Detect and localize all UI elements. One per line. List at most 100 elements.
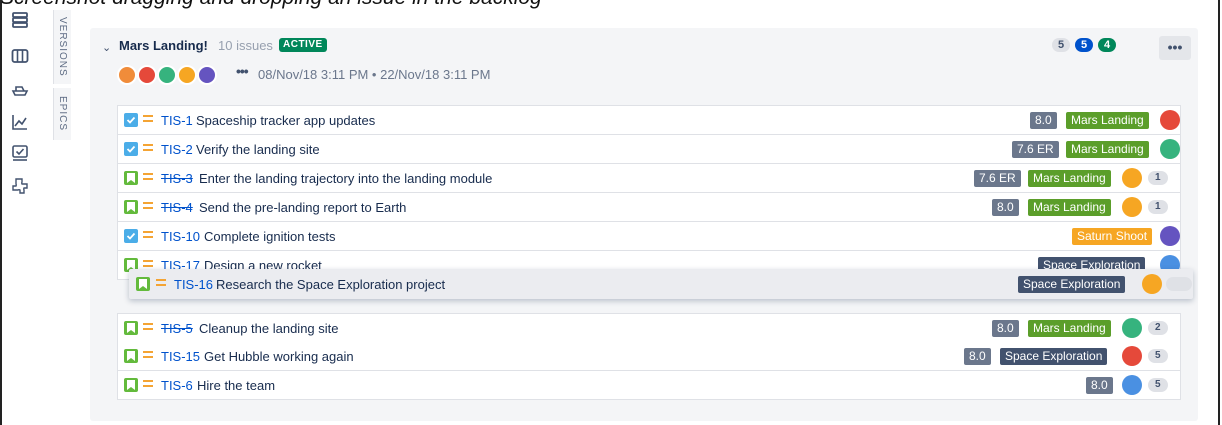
story-icon xyxy=(124,378,138,392)
estimate-badge: 8.0 xyxy=(1030,112,1057,129)
issue-row[interactable]: TIS-4 Send the pre-landing report to Eart… xyxy=(117,193,1181,222)
sprint-status-badge: ACTIVE xyxy=(279,38,327,52)
avatar[interactable] xyxy=(1122,318,1142,338)
avatar[interactable] xyxy=(177,65,197,85)
issue-key[interactable]: TIS-15 xyxy=(161,349,200,364)
task-icon xyxy=(124,229,138,243)
reports-icon[interactable] xyxy=(10,112,30,132)
count-todo: 5 xyxy=(1052,38,1071,52)
issue-row[interactable]: TIS-1 Spaceship tracker app updates 8.0 Mar… xyxy=(117,105,1181,135)
issue-summary: Cleanup the landing site xyxy=(199,321,339,336)
task-icon xyxy=(124,113,138,127)
story-icon xyxy=(124,349,138,363)
story-icon xyxy=(136,277,150,291)
collapse-chevron-icon[interactable]: ⌄ xyxy=(102,41,111,54)
epic-badge[interactable]: Space Exploration xyxy=(1000,348,1108,365)
avatar[interactable] xyxy=(1160,110,1180,130)
estimate-badge: 8.0 xyxy=(964,348,991,365)
issue-row[interactable]: TIS-10 Complete ignition tests Saturn Shoo… xyxy=(117,222,1181,251)
right-border xyxy=(1218,0,1220,425)
medium-priority-icon xyxy=(143,320,153,334)
medium-priority-icon xyxy=(143,170,153,184)
count-pill xyxy=(1166,277,1192,291)
epic-badge[interactable]: Mars Landing xyxy=(1028,199,1111,216)
issue-key[interactable]: TIS-6 xyxy=(161,378,193,393)
epic-badge[interactable]: Saturn Shoot xyxy=(1072,228,1153,245)
avatar[interactable] xyxy=(1122,168,1142,188)
epic-badge[interactable]: Mars Landing xyxy=(1066,141,1149,158)
epic-badge[interactable]: Mars Landing xyxy=(1066,112,1149,129)
estimate-badge: 8.0 xyxy=(1086,377,1113,394)
medium-priority-icon xyxy=(143,377,153,391)
sprint-dates: 08/Nov/18 3:11 PM • 22/Nov/18 3:11 PM xyxy=(258,67,491,82)
avatar[interactable] xyxy=(1122,375,1142,395)
medium-priority-icon xyxy=(143,348,153,362)
issue-key[interactable]: TIS-3 xyxy=(161,171,193,186)
issue-row[interactable]: TIS-5 Cleanup the landing site 8.0 Mars Lan… xyxy=(117,313,1181,343)
tab-versions[interactable]: VERSIONS xyxy=(53,10,71,84)
board-icon[interactable] xyxy=(10,46,30,66)
backlog-icon[interactable] xyxy=(10,10,30,30)
issue-summary: Send the pre-landing report to Earth xyxy=(199,200,407,215)
avatar[interactable] xyxy=(1142,274,1162,294)
sprint-issue-count: 10 issues xyxy=(218,38,273,53)
count-pill: 5 xyxy=(1148,378,1168,392)
avatar[interactable] xyxy=(137,65,157,85)
avatar[interactable] xyxy=(197,65,217,85)
more-avatars-icon[interactable]: ••• xyxy=(236,63,249,79)
issue-row[interactable]: TIS-15 Get Hubble working again 8.0 Space E… xyxy=(117,342,1181,371)
issue-row[interactable]: TIS-3 Enter the landing trajectory into t… xyxy=(117,164,1181,193)
issue-summary: Verify the landing site xyxy=(196,142,320,157)
releases-icon[interactable] xyxy=(10,78,30,98)
medium-priority-icon xyxy=(143,112,153,126)
avatar[interactable] xyxy=(1122,197,1142,217)
avatar[interactable] xyxy=(1122,346,1142,366)
issue-key[interactable]: TIS-2 xyxy=(161,142,193,157)
sprint-title[interactable]: Mars Landing! xyxy=(119,38,208,53)
count-pill: 1 xyxy=(1148,200,1168,214)
medium-priority-icon xyxy=(143,141,153,155)
epic-badge[interactable]: Mars Landing xyxy=(1028,170,1111,187)
epic-badge[interactable]: Space Exploration xyxy=(1018,276,1126,293)
issue-key[interactable]: TIS-5 xyxy=(161,321,193,336)
issue-summary: Enter the landing trajectory into the la… xyxy=(199,171,493,186)
issue-key[interactable]: TIS-4 xyxy=(161,200,193,215)
medium-priority-icon xyxy=(143,199,153,213)
issue-row[interactable]: TIS-2 Verify the landing site 7.6 ER Mars L… xyxy=(117,135,1181,164)
count-pill: 2 xyxy=(1148,321,1168,335)
medium-priority-icon xyxy=(156,276,166,290)
estimate-badge: 7.6 ER xyxy=(974,170,1021,187)
tab-versions-label: VERSIONS xyxy=(57,17,68,77)
screenshot-caption: Screenshot dragging and dropping an issu… xyxy=(0,0,542,10)
medium-priority-icon xyxy=(143,228,153,242)
sprint-menu-button[interactable]: ••• xyxy=(1159,36,1191,60)
left-border xyxy=(0,0,2,425)
tab-epics-label: EPICS xyxy=(57,96,68,132)
issue-key[interactable]: TIS-10 xyxy=(161,229,200,244)
avatar[interactable] xyxy=(157,65,177,85)
issue-row[interactable]: TIS-6 Hire the team 8.0 5 xyxy=(117,371,1181,400)
epic-badge[interactable]: Mars Landing xyxy=(1028,320,1111,337)
dragged-issue-row[interactable]: TIS-16 Research the Space Exploration pr… xyxy=(129,269,1193,299)
count-pill: 5 xyxy=(1148,349,1168,363)
count-in-progress: 5 xyxy=(1075,38,1094,52)
issue-summary: Complete ignition tests xyxy=(204,229,336,244)
issue-summary: Research the Space Exploration project xyxy=(216,277,446,292)
issue-key[interactable]: TIS-16 xyxy=(174,277,213,292)
issue-summary: Get Hubble working again xyxy=(204,349,354,364)
story-icon xyxy=(124,321,138,335)
task-icon xyxy=(124,142,138,156)
avatar[interactable] xyxy=(117,65,137,85)
issue-key[interactable]: TIS-1 xyxy=(161,113,193,128)
tab-epics[interactable]: EPICS xyxy=(53,88,71,140)
count-done: 4 xyxy=(1098,38,1117,52)
backlog-screen: Screenshot dragging and dropping an issu… xyxy=(0,0,1222,425)
issue-summary: Hire the team xyxy=(197,378,276,393)
avatar[interactable] xyxy=(1160,226,1180,246)
estimate-badge: 8.0 xyxy=(992,199,1019,216)
avatar[interactable] xyxy=(1160,139,1180,159)
issues-icon[interactable] xyxy=(10,143,30,163)
story-icon xyxy=(124,171,138,185)
components-icon[interactable] xyxy=(10,176,30,196)
count-pill: 1 xyxy=(1148,171,1168,185)
